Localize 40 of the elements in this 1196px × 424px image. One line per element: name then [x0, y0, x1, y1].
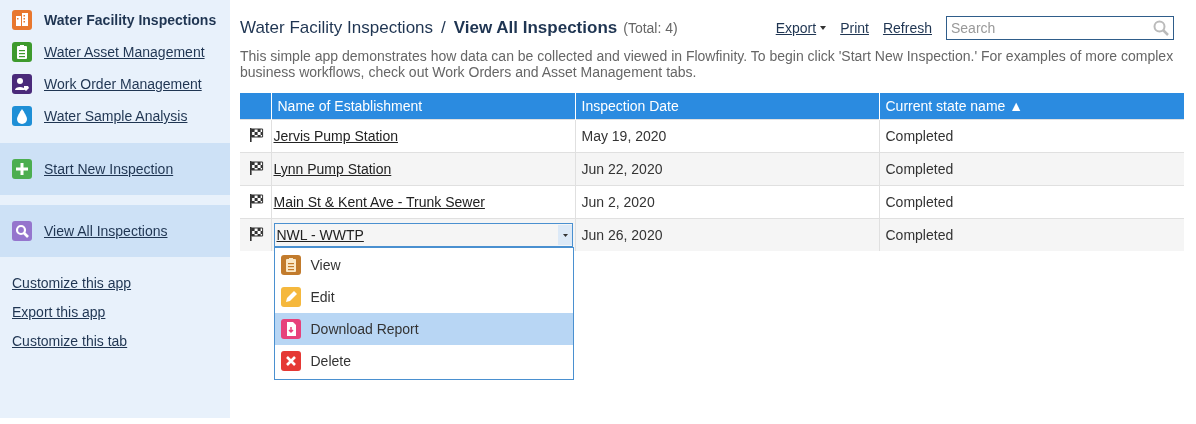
record-link[interactable]: Main St & Kent Ave - Trunk Sewer: [273, 194, 485, 210]
search-field[interactable]: Search: [946, 16, 1174, 40]
caret-icon: [820, 26, 827, 30]
total-count: (Total: 4): [623, 20, 678, 36]
checkered-flag-icon: [248, 225, 264, 242]
action-link[interactable]: View All Inspections: [44, 223, 168, 239]
column-header[interactable]: Name of Establishment: [271, 93, 575, 120]
toolbar-link[interactable]: Refresh: [882, 20, 932, 36]
column-header[interactable]: Current state name ▲: [879, 93, 1184, 120]
table-cell: Jun 26, 2020: [575, 218, 879, 251]
record-link[interactable]: Jervis Pump Station: [273, 128, 398, 144]
checkered-flag-icon: [248, 159, 264, 176]
table-cell: Jun 22, 2020: [575, 152, 879, 186]
checkered-flag-icon: [248, 126, 264, 143]
action-link[interactable]: Start New Inspection: [44, 161, 174, 177]
app-link[interactable]: Water Asset Management: [44, 44, 205, 60]
app-link[interactable]: Work Order Management: [44, 76, 202, 92]
menu-item[interactable]: Edit: [274, 281, 573, 313]
toolbar-link[interactable]: Export: [775, 20, 817, 36]
table-cell: Completed: [879, 218, 1184, 251]
table-cell: Completed: [879, 152, 1184, 186]
app-option-link[interactable]: Customize this tab: [12, 333, 218, 349]
breadcrumb-link[interactable]: Water Facility Inspections: [240, 18, 434, 38]
menu-item[interactable]: Download Report: [274, 313, 573, 345]
app-link[interactable]: Water Facility Inspections: [44, 12, 217, 28]
checkered-flag-icon: [248, 192, 264, 209]
record-link[interactable]: Lynn Pump Station: [273, 161, 392, 177]
app-option-link[interactable]: Export this app: [12, 304, 218, 320]
menu-item[interactable]: View: [274, 249, 573, 281]
description-text: This simple app demonstrates how data can be collected and viewed in Flowfinity. To begin click 'Start New Inspection.' For examples of more complex business workflows, check out Work Orders and Asset Management tabs.: [240, 48, 1175, 80]
row-dropdown[interactable]: NWL - WWTP: [273, 223, 573, 247]
search-icon: [1153, 20, 1169, 36]
toolbar-link[interactable]: Print: [840, 20, 869, 36]
column-header[interactable]: Inspection Date: [575, 93, 879, 120]
breadcrumb-separator: /: [441, 18, 446, 38]
app-option-link[interactable]: Customize this app: [12, 275, 218, 291]
caret-icon: [557, 225, 572, 245]
app-link[interactable]: Water Sample Analysis: [44, 108, 188, 124]
page-title: View All Inspections: [453, 18, 618, 38]
menu-item[interactable]: Delete: [274, 345, 573, 377]
